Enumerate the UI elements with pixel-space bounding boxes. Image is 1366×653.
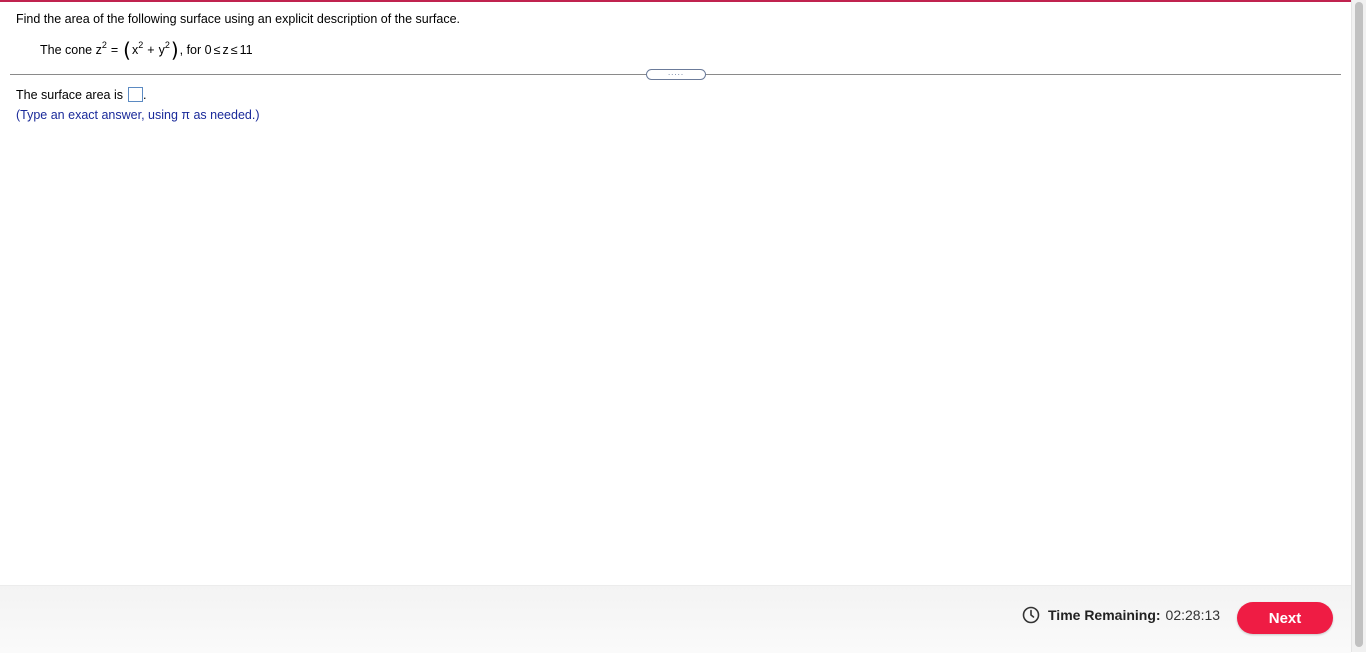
equals-sign: = [110, 43, 119, 57]
surface-area-input[interactable] [128, 87, 143, 102]
equation-lead: The cone z [40, 43, 102, 57]
close-paren: ) [170, 38, 179, 62]
answer-line: The surface area is . [16, 87, 146, 102]
upper-bound: 11 [239, 43, 253, 57]
open-paren: ( [123, 38, 131, 62]
timer-value: 02:28:13 [1165, 607, 1221, 623]
scrollbar-thumb[interactable] [1355, 2, 1363, 647]
timer-label: Time Remaining: [1048, 607, 1161, 623]
expand-toggle-button[interactable]: ..... [646, 69, 706, 80]
answer-label: The surface area is [16, 87, 123, 102]
plus-sign: + [147, 43, 155, 57]
leq-sign-1: ≤ [213, 43, 221, 57]
cone-equation: The cone z 2 = ( x 2 + y 2 ) , for 0 ≤ z… [40, 38, 253, 62]
x-exponent: 2 [138, 40, 144, 50]
question-prompt: Find the area of the following surface u… [16, 12, 461, 26]
y-exponent: 2 [164, 40, 170, 50]
z-variable: z [222, 43, 229, 57]
leq-sign-2: ≤ [230, 43, 238, 57]
z-exponent: 2 [101, 40, 107, 50]
time-remaining: Time Remaining: 02:28:13 [1022, 606, 1220, 624]
next-button[interactable]: Next [1237, 602, 1333, 634]
clock-icon [1022, 606, 1040, 624]
answer-period: . [143, 87, 147, 102]
vertical-scrollbar[interactable] [1351, 0, 1366, 652]
top-accent-rule [0, 0, 1351, 2]
answer-hint: (Type an exact answer, using π as needed… [16, 108, 260, 122]
equation-tail: , for 0 [179, 43, 212, 57]
